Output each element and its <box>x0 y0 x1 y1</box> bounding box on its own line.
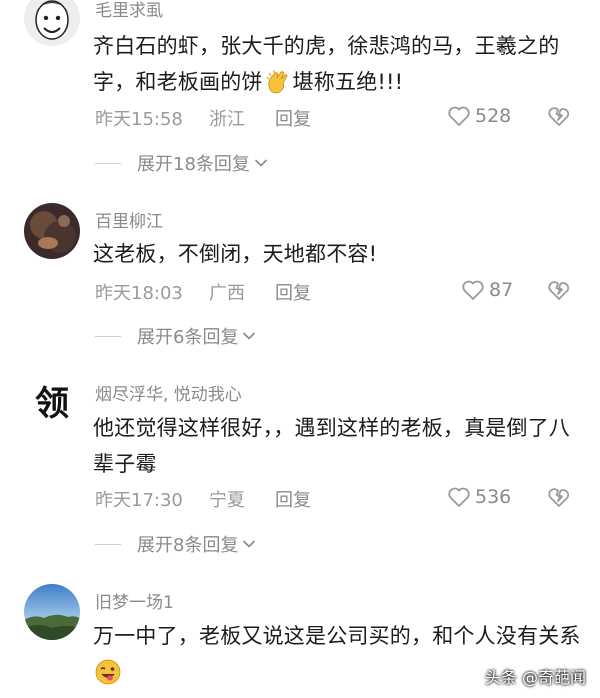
divider-line <box>95 335 121 337</box>
username[interactable]: 毛里求虱 <box>95 0 163 21</box>
like-button[interactable]: 536 <box>447 486 511 508</box>
dislike-button[interactable] <box>547 105 571 132</box>
avatar-character: 领 <box>35 384 69 424</box>
username[interactable]: 旧梦一场1 <box>95 588 174 613</box>
expand-replies-button[interactable]: 展开6条回复 <box>95 323 256 349</box>
comment-location: 宁夏 <box>209 490 245 511</box>
expand-replies-label: 展开6条回复 <box>137 327 239 348</box>
broken-heart-icon <box>548 488 569 507</box>
comment-text-part: 万一中了，老板又说这是公司买的，和个人没有关系 <box>93 624 581 648</box>
comment-text: 齐白石的虾，张大千的虎，徐悲鸿的马，王羲之的字，和老板画的饼 堪称五绝!!! <box>93 28 583 106</box>
reply-button[interactable]: 回复 <box>275 486 311 512</box>
heart-icon <box>448 487 470 507</box>
dislike-button[interactable] <box>547 486 571 513</box>
username[interactable]: 烟尽浮华, 悦动我心 <box>95 380 242 405</box>
dislike-button[interactable] <box>547 279 571 306</box>
divider-line <box>95 162 121 164</box>
avatar[interactable] <box>24 584 80 640</box>
winking-tongue-face-icon <box>95 659 121 696</box>
comment-location: 浙江 <box>209 109 245 130</box>
avatar[interactable] <box>24 203 80 259</box>
heart-icon <box>462 280 484 300</box>
chevron-down-icon <box>243 540 256 548</box>
avatar[interactable] <box>24 0 80 46</box>
heart-icon <box>448 106 470 126</box>
clapping-hands-icon <box>265 69 291 106</box>
chevron-down-icon <box>243 332 256 340</box>
comment-meta: 昨天15:58 浙江 回复 528 <box>95 105 575 131</box>
expand-replies-button[interactable]: 展开18条回复 <box>95 150 268 176</box>
reply-button[interactable]: 回复 <box>275 105 311 131</box>
like-button[interactable]: 528 <box>447 105 511 127</box>
comment-time: 昨天18:03 <box>95 283 183 304</box>
broken-heart-icon <box>548 107 569 126</box>
comment-location: 广西 <box>209 283 245 304</box>
comment-time: 昨天15:58 <box>95 109 183 130</box>
avatar[interactable]: 领 <box>24 376 80 432</box>
broken-heart-icon <box>548 281 569 300</box>
like-count: 536 <box>475 486 512 508</box>
comment-text: 这老板，不倒闭，天地都不容! <box>93 242 378 266</box>
username[interactable]: 百里柳江 <box>95 207 163 232</box>
expand-replies-label: 展开18条回复 <box>137 154 250 175</box>
like-button[interactable]: 87 <box>461 279 513 301</box>
reply-button[interactable]: 回复 <box>275 279 311 305</box>
comment-time: 昨天17:30 <box>95 490 183 511</box>
chevron-down-icon <box>254 159 267 167</box>
expand-replies-button[interactable]: 展开8条回复 <box>95 531 256 557</box>
like-count: 528 <box>475 105 512 127</box>
comment-text: 他还觉得这样很好，，遇到这样的老板，真是倒了八辈子霉 <box>93 416 571 476</box>
watermark: 头条 @奇葩闻 <box>484 668 586 687</box>
comment-meta: 昨天18:03 广西 回复 87 <box>95 279 575 305</box>
comment-meta: 昨天17:30 宁夏 回复 536 <box>95 486 575 512</box>
divider-line <box>95 543 121 545</box>
like-count: 87 <box>489 279 514 301</box>
expand-replies-label: 展开8条回复 <box>137 535 239 556</box>
comment-text-part: 堪称五绝!!! <box>292 70 404 94</box>
